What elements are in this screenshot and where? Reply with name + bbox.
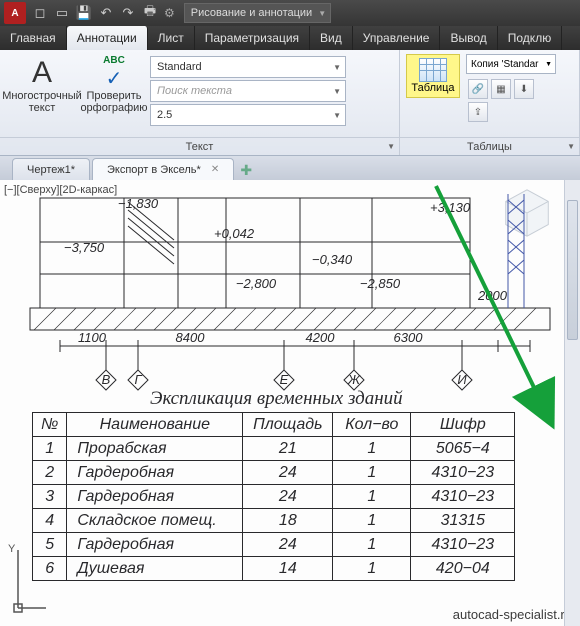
tab-sheet[interactable]: Лист — [148, 26, 195, 50]
svg-text:8400: 8400 — [176, 330, 206, 345]
th-no: № — [33, 413, 67, 437]
document-tabs: Чертеж1* Экспорт в Эксель*✕ ✚ — [0, 156, 580, 180]
export-icon[interactable]: ⇪ — [468, 102, 488, 122]
th-qty: Кол−во — [333, 413, 411, 437]
gear-icon: ⚙ — [164, 6, 175, 20]
download-icon[interactable]: ⬇ — [514, 79, 534, 99]
panel-tables: Таблица Копия 'Standar 🔗 ▦ ⬇ ⇪ Таблицы▼ — [400, 50, 580, 155]
close-icon[interactable]: ✕ — [211, 164, 219, 175]
open-icon[interactable]: ▭ — [54, 5, 70, 21]
scrollbar-thumb[interactable] — [567, 200, 578, 340]
vertical-scrollbar[interactable] — [564, 180, 580, 626]
table-row: 2Гардеробная2414310−23 — [33, 461, 515, 485]
svg-text:−2,850: −2,850 — [360, 276, 401, 291]
explication-table: № Наименование Площадь Кол−во Шифр 1Прор… — [32, 412, 515, 581]
tab-plugins[interactable]: Подклю — [498, 26, 562, 50]
ribbon: A Многострочный текст ABC ✓ Проверить ор… — [0, 50, 580, 156]
panel-tables-title[interactable]: Таблицы▼ — [400, 137, 579, 155]
spell-icon: ABC ✓ — [98, 56, 130, 90]
table-row: 6Душевая141420−04 — [33, 557, 515, 581]
doc-tab-1[interactable]: Чертеж1* — [12, 158, 90, 180]
text-height-select[interactable]: 2.5 — [150, 104, 346, 126]
mtext-button[interactable]: A Многострочный текст — [6, 54, 78, 116]
mtext-icon: A — [26, 56, 58, 90]
table-style-select[interactable]: Копия 'Standar — [466, 54, 556, 74]
tab-output[interactable]: Вывод — [440, 26, 497, 50]
svg-text:−2,800: −2,800 — [236, 276, 277, 291]
svg-text:Г: Г — [134, 372, 142, 387]
svg-text:−0,340: −0,340 — [312, 252, 353, 267]
svg-text:+3,130: +3,130 — [430, 200, 471, 215]
ucs-icon[interactable]: Y — [6, 540, 50, 620]
section-drawing: +3,130 +0,042 −0,340 −2,800 −2,850 −3,75… — [0, 180, 580, 400]
table-icon — [419, 58, 447, 82]
svg-text:4200: 4200 — [306, 330, 336, 345]
mtext-label: Многострочный текст — [2, 90, 82, 114]
watermark: autocad-specialist.ru — [453, 607, 572, 622]
panel-text-title[interactable]: Текст▼ — [0, 137, 399, 155]
workspace-select[interactable]: Рисование и аннотации — [184, 3, 331, 23]
table-row: 3Гардеробная2414310−23 — [33, 485, 515, 509]
app-logo[interactable]: A — [4, 2, 26, 24]
redo-icon[interactable]: ↷ — [120, 5, 136, 21]
th-area: Площадь — [243, 413, 333, 437]
tab-home[interactable]: Главная — [0, 26, 67, 50]
drawing-canvas[interactable]: [−][Сверху][2D-каркас] — [0, 180, 580, 626]
th-name: Наименование — [67, 413, 243, 437]
save-icon[interactable]: 💾 — [76, 5, 92, 21]
svg-text:И: И — [457, 372, 467, 387]
tab-view[interactable]: Вид — [310, 26, 353, 50]
spellcheck-button[interactable]: ABC ✓ Проверить орфографию — [78, 54, 150, 116]
svg-text:Y: Y — [8, 543, 16, 555]
extract-icon[interactable]: ▦ — [491, 79, 511, 99]
new-doc-button[interactable]: ✚ — [236, 160, 256, 180]
print-icon[interactable]: 🖶 — [142, 5, 158, 21]
table-row: 4Складское помещ.18131315 — [33, 509, 515, 533]
svg-text:Ж: Ж — [347, 372, 361, 387]
svg-text:В: В — [102, 372, 111, 387]
table-row: 1Прорабская2115065−4 — [33, 437, 515, 461]
svg-text:2000: 2000 — [477, 288, 508, 303]
spell-label: Проверить орфографию — [80, 90, 147, 114]
table-button[interactable]: Таблица — [406, 54, 460, 98]
text-search-input[interactable]: Поиск текста — [150, 80, 346, 102]
tab-parametric[interactable]: Параметризация — [195, 26, 310, 50]
tab-manage[interactable]: Управление — [353, 26, 441, 50]
tab-annotations[interactable]: Аннотации — [67, 26, 148, 50]
table-row: 5Гардеробная2414310−23 — [33, 533, 515, 557]
ribbon-tabs: Главная Аннотации Лист Параметризация Ви… — [0, 26, 580, 50]
panel-text: A Многострочный текст ABC ✓ Проверить ор… — [0, 50, 400, 155]
text-style-select[interactable]: Standard — [150, 56, 346, 78]
quick-access-toolbar: A ◻ ▭ 💾 ↶ ↷ 🖶 ⚙ Рисование и аннотации — [0, 0, 580, 26]
link-icon[interactable]: 🔗 — [468, 79, 488, 99]
svg-text:−1,830: −1,830 — [118, 196, 159, 211]
new-icon[interactable]: ◻ — [32, 5, 48, 21]
table-title: Экспликация временных зданий — [150, 388, 403, 410]
svg-text:+0,042: +0,042 — [214, 226, 255, 241]
svg-text:6300: 6300 — [394, 330, 424, 345]
undo-icon[interactable]: ↶ — [98, 5, 114, 21]
svg-text:1100: 1100 — [78, 330, 107, 345]
svg-text:Е: Е — [280, 372, 289, 387]
doc-tab-2[interactable]: Экспорт в Эксель*✕ — [92, 158, 234, 180]
svg-text:−3,750: −3,750 — [64, 240, 105, 255]
th-code: Шифр — [411, 413, 515, 437]
